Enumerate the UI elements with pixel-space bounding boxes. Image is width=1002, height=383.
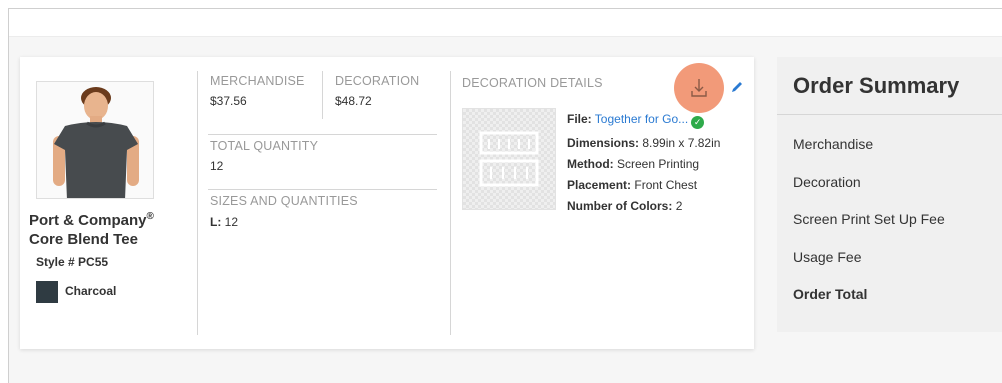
summary-row-merchandise: Merchandise (793, 136, 874, 152)
product-name[interactable]: Port & Company® Core Blend Tee (29, 207, 199, 249)
sizes-label: SIZES AND QUANTITIES (210, 194, 358, 208)
summary-row-setup-fee: Screen Print Set Up Fee (793, 211, 945, 227)
check-circle-icon: ✓ (691, 116, 705, 129)
design-thumbnail[interactable] (462, 108, 556, 210)
download-button[interactable] (674, 63, 724, 113)
decoration-value: $48.72 (335, 94, 372, 108)
merchandise-value: $37.56 (210, 94, 247, 108)
total-quantity-label: TOTAL QUANTITY (210, 139, 319, 153)
registered-mark: ® (146, 211, 154, 222)
dimensions-line: Dimensions: 8.99in x 7.82in (567, 136, 721, 150)
decoration-label: DECORATION (335, 74, 420, 88)
product-name-line2: Core Blend Tee (29, 231, 138, 248)
number-of-colors-line: Number of Colors: 2 (567, 199, 683, 213)
file-link[interactable]: Together for Go... (595, 112, 688, 126)
product-image (36, 81, 154, 199)
divider (208, 134, 437, 135)
method-line: Method: Screen Printing (567, 157, 700, 171)
order-summary-title: Order Summary (793, 73, 960, 98)
divider (450, 71, 451, 335)
top-strip (9, 9, 1002, 37)
color-name: Charcoal (65, 284, 117, 298)
divider (197, 71, 198, 335)
summary-row-usage-fee: Usage Fee (793, 249, 862, 265)
divider (208, 189, 437, 190)
placement-line: Placement: Front Chest (567, 178, 698, 192)
cart-item-card: Port & Company® Core Blend Tee Style # P… (20, 57, 754, 349)
file-line: File: Together for Go... ✓ (567, 112, 705, 129)
summary-row-order-total: Order Total (793, 286, 868, 302)
style-number: Style # PC55 (36, 255, 109, 269)
summary-row-decoration: Decoration (793, 174, 861, 190)
merchandise-label: MERCHANDISE (210, 74, 305, 88)
color-swatch (36, 281, 58, 303)
total-quantity-value: 12 (210, 159, 224, 173)
divider (777, 114, 1002, 115)
decoration-details-heading: DECORATION DETAILS (462, 76, 603, 90)
download-icon (691, 79, 707, 97)
size-quantity: L: 12 (210, 215, 239, 229)
divider (322, 71, 323, 119)
order-summary-panel: Order Summary Merchandise Decoration Scr… (777, 57, 1002, 332)
pencil-icon[interactable] (730, 80, 744, 94)
